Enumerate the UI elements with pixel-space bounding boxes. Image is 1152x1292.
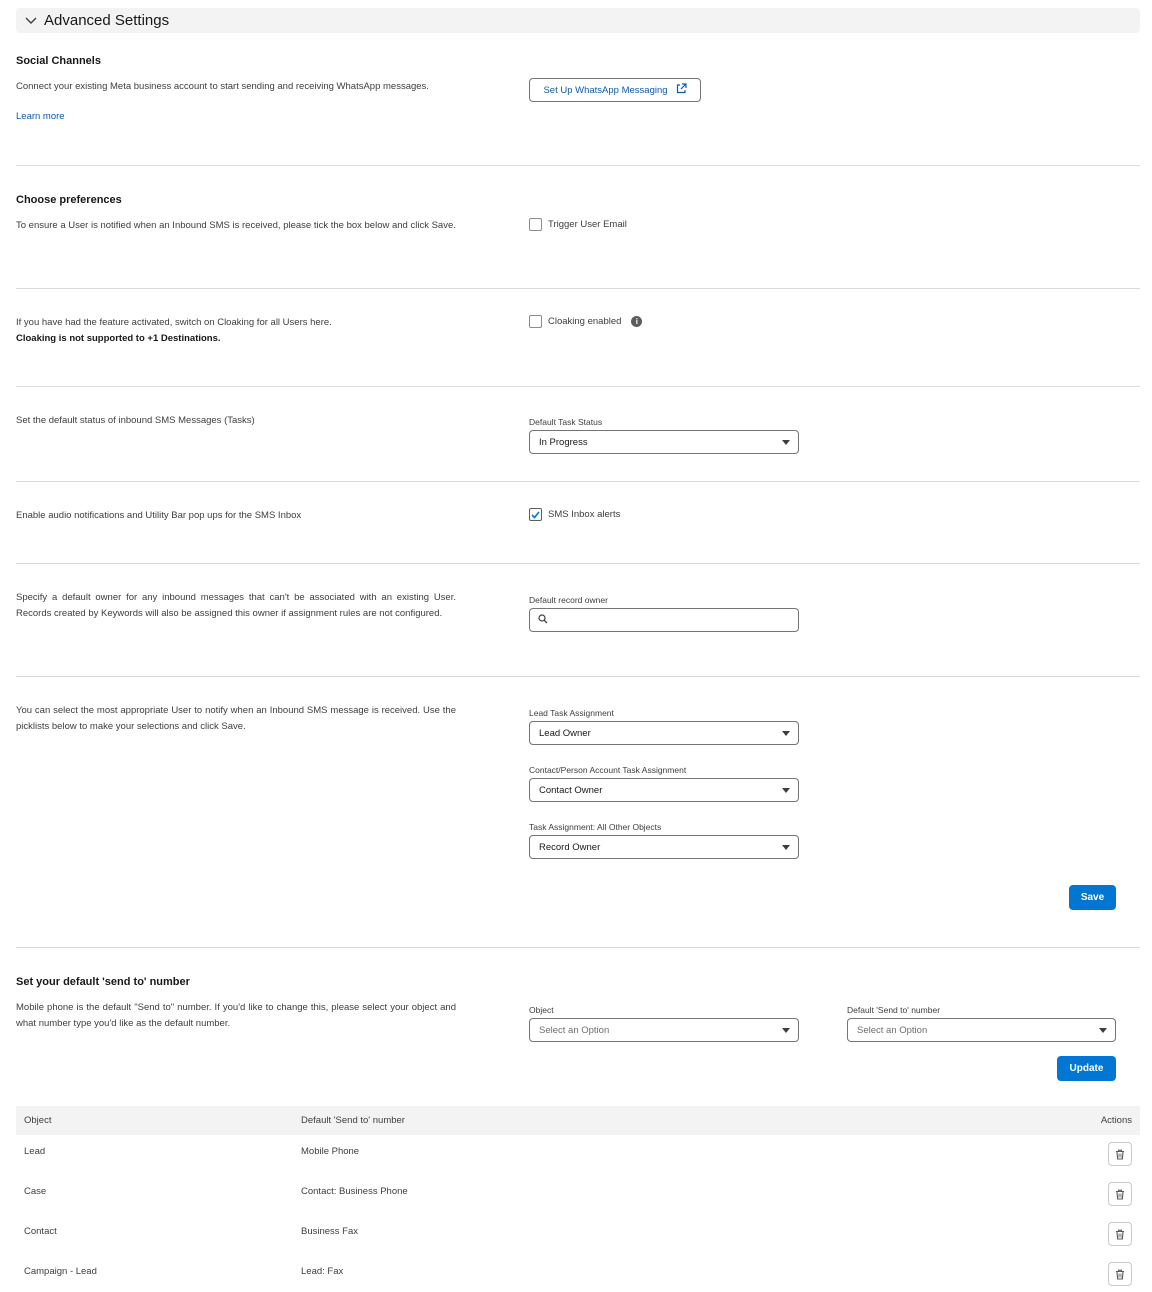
table-header: Object Default 'Send to' number Actions: [16, 1106, 1140, 1135]
row-send-to: Mobile Phone: [301, 1146, 360, 1157]
row-object: Case: [24, 1186, 47, 1197]
assignment-description: You can select the most appropriate User…: [16, 705, 456, 732]
divider: [16, 165, 1140, 166]
social-channels-description: Connect your existing Meta business acco…: [16, 81, 429, 92]
default-task-status-value: In Progress: [539, 436, 588, 448]
learn-more-link[interactable]: Learn more: [16, 111, 65, 122]
update-button[interactable]: Update: [1057, 1056, 1116, 1081]
trigger-user-email-option[interactable]: Trigger User Email: [529, 218, 627, 231]
caret-down-icon: [782, 844, 790, 850]
divider: [16, 563, 1140, 564]
send-to-title: Set your default 'send to' number: [16, 976, 190, 988]
default-task-status-label: Default Task Status: [529, 417, 603, 427]
row-send-to: Contact: Business Phone: [301, 1186, 408, 1197]
default-task-status-select[interactable]: In Progress: [529, 430, 799, 454]
caret-down-icon: [782, 1027, 790, 1033]
row-send-to: Lead: Fax: [301, 1266, 344, 1277]
other-task-assignment-value: Record Owner: [539, 841, 601, 853]
advanced-settings-accordion[interactable]: Advanced Settings: [16, 8, 1140, 33]
divider: [16, 947, 1140, 948]
column-header-send-to: Default 'Send to' number: [301, 1115, 405, 1126]
setup-whatsapp-button[interactable]: Set Up WhatsApp Messaging: [529, 78, 701, 102]
row-object: Lead: [24, 1146, 46, 1157]
info-icon[interactable]: i: [631, 316, 643, 327]
row-object: Contact: [24, 1226, 57, 1237]
sms-inbox-alerts-label: SMS Inbox alerts: [548, 509, 621, 520]
trigger-user-email-checkbox[interactable]: [529, 218, 542, 231]
trash-icon: [1116, 1269, 1124, 1280]
row-object: Campaign - Lead: [24, 1266, 97, 1277]
divider: [16, 386, 1140, 387]
table-row: Lead Mobile Phone: [16, 1136, 1140, 1176]
lead-task-assignment-label: Lead Task Assignment: [529, 708, 614, 718]
caret-down-icon: [782, 730, 790, 736]
external-link-icon: [676, 83, 687, 97]
contact-task-assignment-select[interactable]: Contact Owner: [529, 778, 799, 802]
default-record-owner-label: Default record owner: [529, 595, 608, 605]
default-owner-description: Specify a default owner for any inbound …: [16, 592, 456, 619]
sms-inbox-alerts-checkbox[interactable]: [529, 508, 542, 521]
object-placeholder: Select an Option: [539, 1024, 610, 1036]
chevron-down-icon: [24, 14, 38, 28]
cloaking-option[interactable]: Cloaking enabled i: [529, 315, 643, 328]
social-channels-title: Social Channels: [16, 55, 101, 67]
trash-icon: [1116, 1149, 1124, 1160]
cloaking-text: If you have had the feature activated, s…: [16, 317, 332, 328]
setup-whatsapp-label: Set Up WhatsApp Messaging: [543, 84, 668, 96]
send-to-number-placeholder: Select an Option: [857, 1024, 928, 1036]
cloaking-checkbox[interactable]: [529, 315, 542, 328]
default-record-owner-input[interactable]: [554, 614, 798, 626]
table-row: Case Contact: Business Phone: [16, 1176, 1140, 1216]
column-header-actions: Actions: [1100, 1115, 1132, 1126]
search-icon: [538, 613, 548, 627]
row-send-to: Business Fax: [301, 1226, 359, 1237]
default-record-owner-search[interactable]: [529, 608, 799, 632]
cloaking-label: Cloaking enabled: [548, 316, 622, 327]
inbox-alerts-description: Enable audio notifications and Utility B…: [16, 510, 302, 521]
caret-down-icon: [1099, 1027, 1107, 1033]
cloaking-description: If you have had the feature activated, s…: [16, 315, 456, 346]
sms-inbox-alerts-option[interactable]: SMS Inbox alerts: [529, 508, 620, 521]
other-task-assignment-select[interactable]: Record Owner: [529, 835, 799, 859]
table-row: Campaign - Lead Lead: Fax: [16, 1256, 1140, 1292]
delete-button[interactable]: [1108, 1142, 1132, 1166]
preferences-description: To ensure a User is notified when an Inb…: [16, 220, 456, 231]
contact-task-assignment-value: Contact Owner: [539, 784, 603, 796]
accordion-title: Advanced Settings: [44, 12, 170, 29]
cloaking-note: Cloaking is not supported to +1 Destinat…: [16, 332, 221, 344]
lead-task-assignment-select[interactable]: Lead Owner: [529, 721, 799, 745]
table-row: Contact Business Fax: [16, 1216, 1140, 1256]
caret-down-icon: [782, 787, 790, 793]
object-select[interactable]: Select an Option: [529, 1018, 799, 1042]
column-header-object: Object: [24, 1115, 52, 1126]
object-label: Object: [529, 1005, 554, 1015]
save-button[interactable]: Save: [1069, 885, 1116, 910]
send-to-description: Mobile phone is the default "Send to" nu…: [16, 1002, 456, 1029]
send-to-number-label: Default 'Send to' number: [847, 1005, 941, 1015]
delete-button[interactable]: [1108, 1222, 1132, 1246]
send-to-number-select[interactable]: Select an Option: [847, 1018, 1116, 1042]
lead-task-assignment-value: Lead Owner: [539, 727, 591, 739]
delete-button[interactable]: [1108, 1182, 1132, 1206]
checkmark-icon: [531, 510, 540, 519]
other-task-assignment-label: Task Assignment: All Other Objects: [529, 822, 662, 832]
choose-preferences-title: Choose preferences: [16, 194, 122, 206]
delete-button[interactable]: [1108, 1262, 1132, 1286]
trash-icon: [1116, 1189, 1124, 1200]
contact-task-assignment-label: Contact/Person Account Task Assignment: [529, 765, 687, 775]
trigger-user-email-label: Trigger User Email: [548, 219, 627, 230]
caret-down-icon: [782, 439, 790, 445]
divider: [16, 676, 1140, 677]
task-status-description: Set the default status of inbound SMS Me…: [16, 415, 255, 426]
divider: [16, 481, 1140, 482]
trash-icon: [1116, 1229, 1124, 1240]
divider: [16, 288, 1140, 289]
